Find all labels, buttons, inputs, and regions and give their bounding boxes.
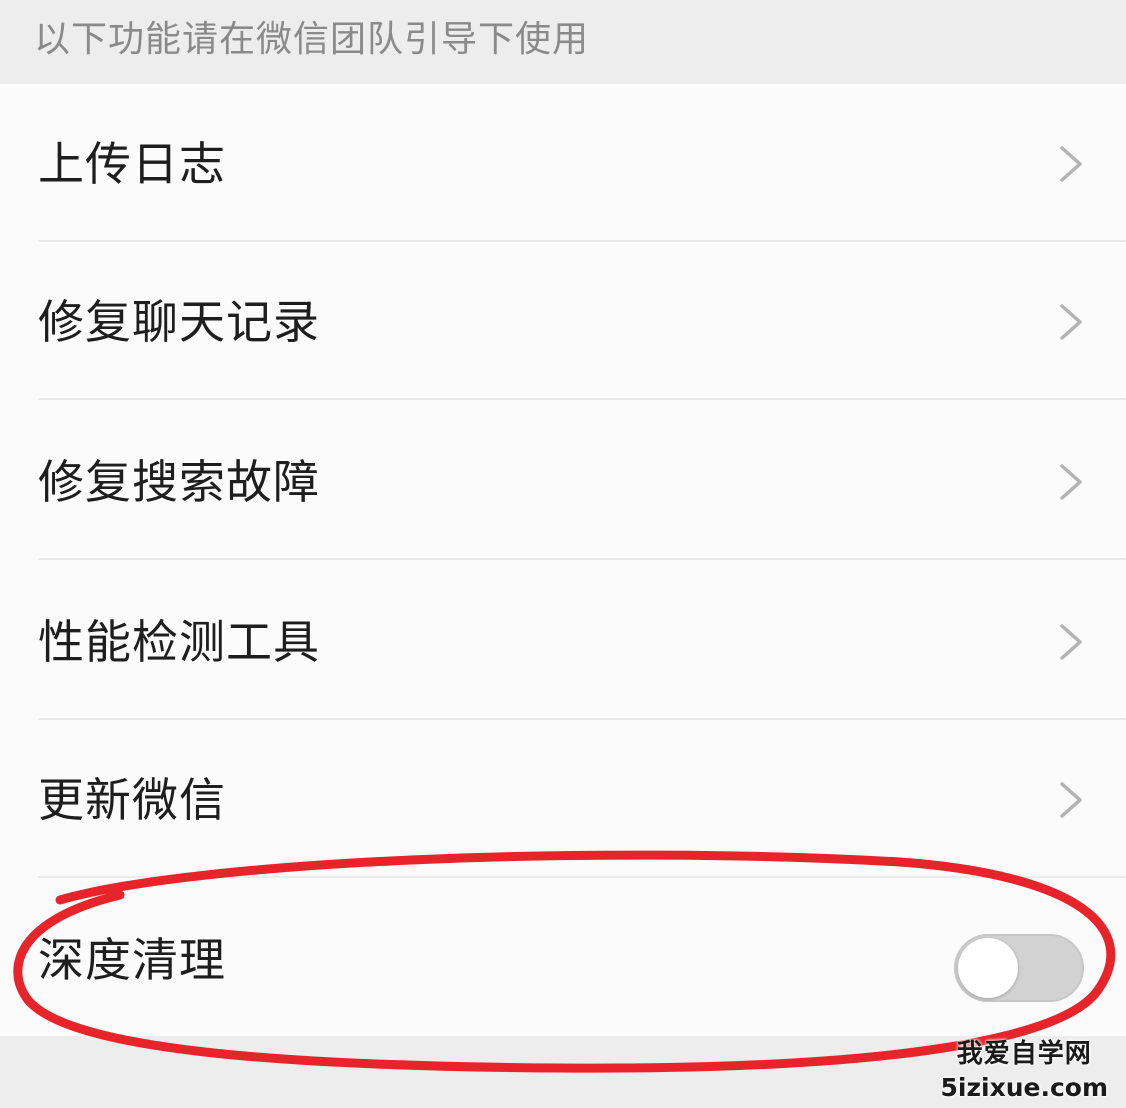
watermark: 我爱自学网 5izixue.com <box>940 1038 1108 1104</box>
list-item-deep-clean: 深度清理 <box>0 880 1126 1038</box>
chevron-right-icon <box>1060 464 1082 500</box>
list-item-label: 深度清理 <box>38 933 226 987</box>
toggle-knob <box>958 938 1018 998</box>
list-item-repair-chat-history[interactable]: 修复聊天记录 <box>0 242 1126 400</box>
section-header: 以下功能请在微信团队引导下使用 <box>0 0 1126 84</box>
chevron-right-icon <box>1060 782 1082 818</box>
list-item-upload-log[interactable]: 上传日志 <box>0 84 1126 242</box>
list-item-repair-search[interactable]: 修复搜索故障 <box>0 402 1126 560</box>
list-item-label: 性能检测工具 <box>38 615 320 669</box>
settings-page: 以下功能请在微信团队引导下使用 上传日志 修复聊天记录 修复搜索故障 性能检测工 <box>0 0 1126 1108</box>
list-item-label: 修复聊天记录 <box>38 295 320 349</box>
chevron-right-icon <box>1060 304 1082 340</box>
chevron-right-icon <box>1060 624 1082 660</box>
list-item-label: 更新微信 <box>38 773 226 827</box>
divider <box>38 876 1126 878</box>
deep-clean-toggle[interactable] <box>954 934 1084 1002</box>
watermark-url: 5izixue.com <box>940 1073 1108 1102</box>
list-item-label: 修复搜索故障 <box>38 455 320 509</box>
watermark-name: 我爱自学网 <box>956 1039 1092 1069</box>
settings-list: 上传日志 修复聊天记录 修复搜索故障 性能检测工具 更新微信 深度清理 <box>0 84 1126 1036</box>
divider <box>38 558 1126 560</box>
divider <box>38 398 1126 400</box>
section-header-text: 以下功能请在微信团队引导下使用 <box>34 19 590 60</box>
chevron-right-icon <box>1060 146 1082 182</box>
list-item-update-wechat[interactable]: 更新微信 <box>0 720 1126 878</box>
list-item-performance-tool[interactable]: 性能检测工具 <box>0 562 1126 720</box>
list-item-label: 上传日志 <box>38 137 226 191</box>
